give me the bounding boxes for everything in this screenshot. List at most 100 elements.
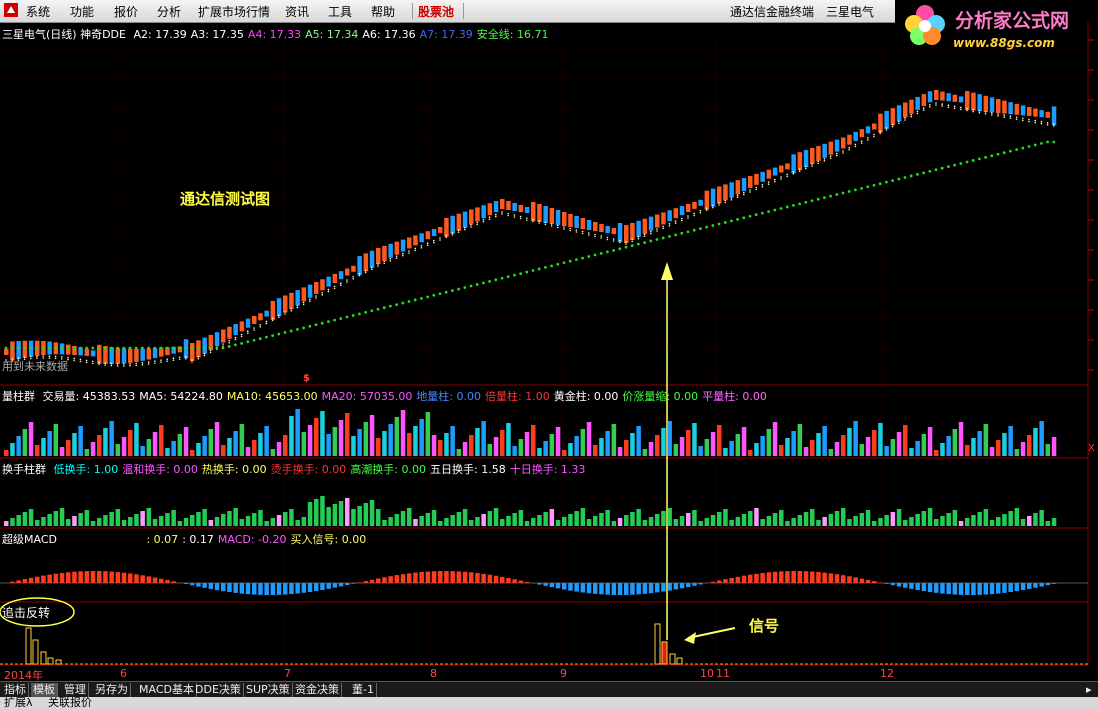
tab-dde-decision[interactable]: DDE决策 bbox=[193, 683, 244, 697]
macd-bar bbox=[121, 572, 127, 583]
ma-line-point bbox=[315, 297, 317, 299]
volume-bar bbox=[865, 437, 871, 456]
price-candle bbox=[295, 290, 300, 306]
volume-bar bbox=[363, 422, 369, 456]
price-candle bbox=[841, 137, 846, 149]
tab-fund-decision[interactable]: 资金决策 bbox=[293, 683, 342, 697]
macd-bar bbox=[245, 583, 251, 595]
turnover-bar bbox=[252, 513, 257, 526]
turnover-bar bbox=[245, 516, 251, 526]
ma-line-point bbox=[953, 107, 956, 110]
tab-indicator[interactable]: 指标 bbox=[2, 683, 29, 697]
macd-bar bbox=[16, 580, 21, 583]
ma-line-point bbox=[1053, 123, 1055, 125]
price-candle bbox=[475, 207, 480, 222]
safety-line-dot bbox=[382, 306, 386, 310]
ma-line-point bbox=[104, 362, 106, 364]
macd-bar bbox=[841, 575, 846, 583]
ma-line-point bbox=[681, 217, 683, 220]
safety-line-dot bbox=[265, 335, 268, 339]
safety-line-dot bbox=[878, 182, 882, 186]
macd-bar bbox=[884, 583, 889, 584]
safety-line-dot bbox=[699, 227, 702, 231]
status-bar: 扩展λ 关联报价 bbox=[0, 697, 1098, 709]
volume-bar bbox=[717, 425, 722, 456]
volume-bar bbox=[413, 426, 418, 456]
volume-bar bbox=[103, 428, 108, 456]
macd-bar bbox=[493, 575, 499, 583]
volume-bar bbox=[605, 431, 610, 456]
tab-template[interactable]: 模板 bbox=[31, 683, 58, 697]
price-candle bbox=[611, 228, 617, 234]
status-tab-related-quote[interactable]: 关联报价 bbox=[48, 697, 92, 709]
ma-line-point bbox=[600, 235, 602, 237]
macd-bar bbox=[549, 583, 555, 588]
turnover-bar bbox=[624, 515, 629, 526]
ma-line-point bbox=[575, 229, 578, 231]
ma-line-point bbox=[364, 271, 367, 274]
price-candle bbox=[152, 348, 158, 359]
tab-save-as[interactable]: 另存为 bbox=[93, 683, 131, 697]
safety-line-dot bbox=[345, 315, 349, 319]
price-candle bbox=[469, 209, 474, 225]
macd-bar bbox=[450, 571, 455, 583]
safety-line-dot bbox=[48, 346, 51, 350]
ma-line-point bbox=[470, 226, 472, 228]
safety-line-dot bbox=[407, 300, 411, 303]
ma-line-point bbox=[495, 215, 497, 218]
reversal-bar bbox=[25, 627, 32, 665]
ma-line-point bbox=[1046, 124, 1049, 126]
volume-bar bbox=[760, 436, 765, 456]
ma-line-point bbox=[476, 221, 479, 224]
safety-line-dot bbox=[475, 283, 479, 286]
macd-bar bbox=[630, 583, 635, 595]
volume-bar bbox=[400, 410, 406, 456]
status-tab-extended[interactable]: 扩展λ bbox=[4, 697, 33, 709]
safety-line-dot bbox=[655, 238, 659, 241]
reversal-panel-title: 追击反转 bbox=[2, 606, 51, 620]
indicator-value: 平量柱: 0.00 bbox=[702, 390, 767, 403]
scroll-right-icon[interactable]: ▸ bbox=[1084, 683, 1094, 697]
indicator-value: A6: 17.36 bbox=[362, 28, 416, 41]
safety-line-dot bbox=[717, 222, 721, 226]
volume-bar bbox=[332, 427, 338, 456]
volume-bar bbox=[884, 446, 889, 456]
turnover-bar bbox=[934, 519, 939, 526]
turnover-bar bbox=[202, 509, 207, 526]
tab-sup-decision[interactable]: SUP决策 bbox=[244, 683, 293, 697]
ma-line-point bbox=[129, 365, 131, 367]
macd-bar bbox=[989, 583, 995, 595]
price-candle bbox=[909, 99, 914, 114]
ma-line-point bbox=[172, 359, 175, 361]
macd-indicator-values: : 0.07: 0.17 MACD: -0.20 买入信号: 0.00 bbox=[146, 533, 370, 546]
ma-line-point bbox=[296, 304, 299, 307]
safety-line-dot bbox=[432, 293, 436, 297]
tab-manage[interactable]: 管理 bbox=[62, 683, 89, 697]
turnover-bar bbox=[264, 521, 269, 526]
ma-line-point bbox=[960, 106, 962, 109]
volume-bar bbox=[927, 427, 933, 456]
dollar-mark: $ bbox=[303, 373, 310, 384]
price-candle bbox=[636, 220, 641, 237]
ma-line-point bbox=[73, 359, 75, 362]
safety-line-dot bbox=[531, 269, 535, 272]
ma-line-point bbox=[178, 358, 181, 361]
close-icon[interactable]: X bbox=[1088, 443, 1095, 454]
turnover-bar bbox=[617, 518, 623, 526]
tab-dong-1[interactable]: 董-1 bbox=[350, 683, 377, 697]
macd-bar bbox=[865, 579, 871, 583]
tab-macd-basic[interactable]: MACD基本 bbox=[137, 683, 197, 697]
macd-bar bbox=[152, 577, 158, 583]
price-candle bbox=[785, 163, 790, 170]
safety-line-dot bbox=[103, 346, 107, 350]
turnover-bar bbox=[35, 520, 40, 526]
macd-bar bbox=[779, 571, 784, 583]
ma-line-point bbox=[333, 285, 336, 288]
ma-line-point bbox=[805, 167, 807, 170]
price-candle bbox=[276, 298, 282, 317]
ma-line-point bbox=[346, 279, 348, 281]
macd-bar bbox=[574, 583, 579, 592]
ma-line-point bbox=[786, 173, 788, 176]
turnover-bar bbox=[580, 508, 586, 526]
ma-line-point bbox=[290, 310, 293, 312]
